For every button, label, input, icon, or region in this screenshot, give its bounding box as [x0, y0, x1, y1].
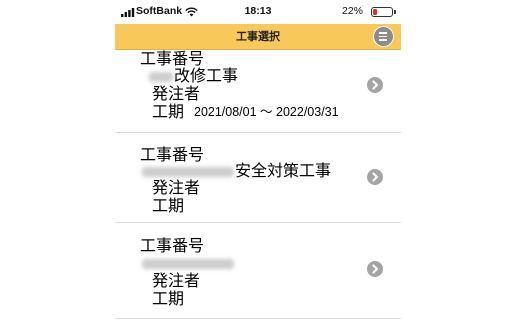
construction-list: 工事番号 改修工事 発注者 工期 2021/08/01 ～ 2022/03/31… [115, 50, 401, 322]
orderer-label: 発注者 [152, 271, 201, 290]
chevron-right-icon[interactable] [367, 169, 383, 185]
page-title: 工事選択 [236, 30, 280, 43]
period-label: 工期 [152, 289, 185, 308]
construction-number-label: 工事番号 [140, 145, 205, 164]
list-item[interactable]: 工事番号 改修工事 発注者 工期 2021/08/01 ～ 2022/03/31 [115, 50, 401, 133]
phone-screen: SoftBank 18:13 22% 工事選択 工事番号 改修工事 発注者 工期… [115, 0, 401, 322]
list-item[interactable]: 工事番号 発注者 工期 [115, 223, 401, 319]
chevron-right-icon[interactable] [367, 77, 383, 93]
construction-name [142, 255, 235, 271]
redacted-text [142, 258, 234, 269]
chevron-right-icon[interactable] [367, 261, 383, 277]
construction-name-visible: 改修工事 [174, 66, 239, 85]
redacted-text [149, 71, 173, 82]
battery-percent: 22% [341, 5, 363, 17]
battery-level-fill [373, 9, 377, 15]
period-value: 2021/08/01 ～ 2022/03/31 [194, 105, 339, 119]
battery-icon [371, 7, 393, 17]
construction-name: 改修工事 [149, 68, 238, 84]
period-label: 工期 [152, 196, 185, 215]
orderer-label: 発注者 [152, 178, 201, 197]
redacted-text [142, 166, 234, 177]
construction-number-label: 工事番号 [140, 236, 205, 255]
battery-cap [394, 10, 396, 14]
construction-name-visible: 安全対策工事 [235, 161, 332, 180]
period-label: 工期 [152, 102, 185, 121]
app-header: 工事選択 [115, 24, 401, 50]
orderer-label: 発注者 [152, 84, 201, 103]
status-bar: SoftBank 18:13 22% [115, 0, 401, 24]
hamburger-menu-icon[interactable] [373, 26, 394, 47]
construction-name: 安全対策工事 [142, 163, 331, 179]
construction-number-label: 工事番号 [140, 50, 205, 68]
list-item[interactable]: 工事番号 安全対策工事 発注者 工期 [115, 133, 401, 223]
